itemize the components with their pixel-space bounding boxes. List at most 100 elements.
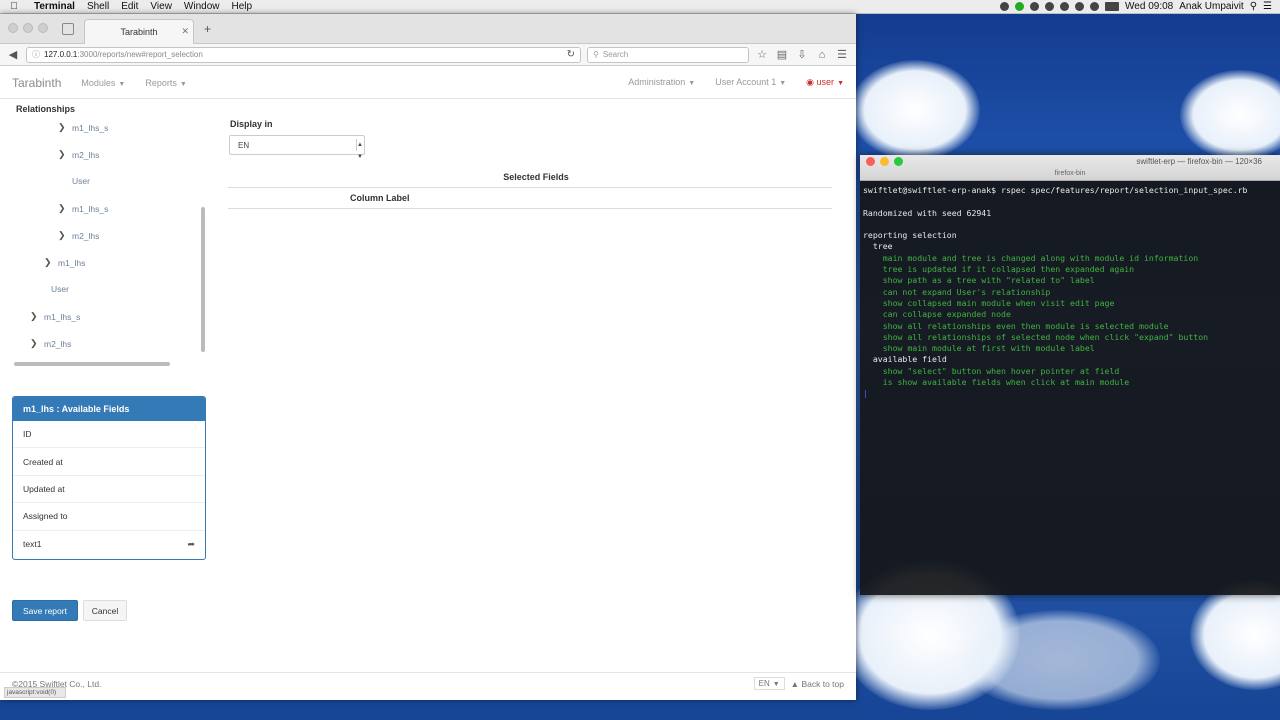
field-label: text1 <box>23 539 42 550</box>
site-info-icon[interactable]: ⓘ <box>32 49 40 60</box>
chevron-right-icon[interactable]: ❯ <box>58 122 72 133</box>
home-icon[interactable]: ⌂ <box>815 49 829 61</box>
tree-node[interactable]: ❯ m2_lhs <box>58 230 99 241</box>
terminal-tab-title: firefox-bin <box>1054 170 1086 177</box>
menu-app-terminal[interactable]: Terminal <box>28 1 81 12</box>
tree-node-label: User <box>51 284 69 294</box>
tree-node-label: m1_lhs_s <box>72 122 109 133</box>
available-fields-panel: m1_lhs : Available Fields ID Created at … <box>12 396 206 560</box>
record-icon[interactable] <box>1000 2 1010 11</box>
caret-down-icon: ▼ <box>179 80 187 88</box>
terminal-titlebar[interactable]: swiftlet-erp — firefox-bin — 120×36 fire… <box>860 155 1280 181</box>
tab-groups-icon[interactable] <box>62 23 74 35</box>
caret-down-icon: ▼ <box>779 80 787 87</box>
menu-window[interactable]: Window <box>178 1 226 12</box>
sync-icon[interactable] <box>1030 2 1040 11</box>
back-to-top-label: Back to top <box>801 678 844 689</box>
spotify-icon[interactable] <box>1015 2 1025 11</box>
save-report-button[interactable]: Save report <box>12 600 78 621</box>
tree-node[interactable]: ❯ m1_lhs <box>44 257 85 268</box>
minimize-window-button[interactable] <box>23 23 33 33</box>
tree-node[interactable]: ❯ m2_lhs <box>58 149 99 160</box>
available-field[interactable]: Updated at <box>13 476 205 504</box>
menu-edit[interactable]: Edit <box>115 1 144 12</box>
download-icon[interactable]: ⇩ <box>795 48 809 61</box>
zoom-window-button[interactable] <box>38 23 48 33</box>
chevron-right-icon[interactable]: ❯ <box>44 257 58 268</box>
available-field[interactable]: Assigned to <box>13 503 205 531</box>
menubar-user[interactable]: Anak Umpaivit <box>1179 1 1243 12</box>
apple-icon[interactable]:  <box>0 1 28 12</box>
chevron-right-icon[interactable]: ❯ <box>30 338 44 349</box>
nav-user-account[interactable]: User Account 1 ▼ <box>715 77 786 88</box>
terminal-line: Randomized with seed 62941 <box>863 207 992 218</box>
browser-tab[interactable]: Tarabinth ✕ <box>84 19 194 44</box>
notification-icon[interactable]: ☰ <box>1263 1 1272 12</box>
available-field[interactable]: ID <box>13 421 205 449</box>
nav-modules[interactable]: Modules ▼ <box>81 78 125 88</box>
back-to-top-link[interactable]: ▲ Back to top <box>791 679 844 689</box>
nav-administration[interactable]: Administration ▼ <box>628 77 695 88</box>
tree-node[interactable]: User <box>72 176 90 186</box>
field-label: ID <box>23 429 32 440</box>
footer-language-select[interactable]: EN ▼ <box>753 677 785 690</box>
arrow-up-icon: ▲ <box>790 678 800 689</box>
menubar-clock[interactable]: Wed 09:08 <box>1125 1 1173 12</box>
search-bar[interactable]: ⚲ Search <box>587 46 749 63</box>
bookmark-star-icon[interactable]: ☆ <box>755 48 769 61</box>
available-field[interactable]: Created at <box>13 448 205 476</box>
volume-icon[interactable] <box>1090 2 1100 11</box>
url-bar[interactable]: ⓘ 127.0.0.1:3000/reports/new#report_sele… <box>26 46 581 63</box>
available-field[interactable]: text1 ➦ <box>13 531 205 558</box>
terminal-zoom-button[interactable] <box>894 157 903 166</box>
menu-help[interactable]: Help <box>226 1 259 12</box>
language-select[interactable]: EN ▲ ▼ <box>229 135 365 160</box>
tree-node[interactable]: ❯ m1_lhs_s <box>58 122 108 133</box>
close-tab-icon[interactable]: ✕ <box>181 26 189 37</box>
page-footer: ©2015 Swiftlet Co., Ltd. EN ▼ ▲ Back to t… <box>0 672 856 694</box>
tree-horizontal-scrollbar[interactable] <box>14 362 170 366</box>
spotlight-icon[interactable]: ⚲ <box>1250 1 1257 12</box>
tree-node[interactable]: ❯ m2_lhs <box>30 338 71 349</box>
terminal-line: swiftlet@swiftlet-erp-anak$ rspec spec/f… <box>863 185 1248 195</box>
browser-window: Tarabinth ✕ + ◀ ⓘ 127.0.0.1:3000/reports… <box>0 14 856 700</box>
language-select-value: EN <box>238 141 250 150</box>
bluetooth-icon[interactable] <box>1060 2 1070 11</box>
tree-node-label: m1_lhs <box>58 257 86 268</box>
nav-reports[interactable]: Reports ▼ <box>145 78 186 88</box>
app-brand[interactable]: Tarabinth <box>12 76 61 90</box>
cancel-button[interactable]: Cancel <box>83 600 127 621</box>
desktop-cloud <box>850 60 980 160</box>
menu-view[interactable]: View <box>144 1 178 12</box>
tab-strip: Tarabinth ✕ + <box>0 14 856 44</box>
tree-node-label: m2_lhs <box>44 338 72 349</box>
menu-icon[interactable]: ☰ <box>835 48 849 61</box>
terminal-close-button[interactable] <box>866 157 875 166</box>
tree-node[interactable]: User <box>51 284 69 294</box>
tree-vertical-scrollbar[interactable] <box>201 207 205 352</box>
desktop-cloud <box>960 610 1160 710</box>
tree-node[interactable]: ❯ m1_lhs_s <box>58 203 108 214</box>
chevron-right-icon[interactable]: ❯ <box>30 311 44 322</box>
status-area: Wed 09:08 Anak Umpaivit ⚲ ☰ <box>1000 1 1280 12</box>
terminal-minimize-button[interactable] <box>880 157 889 166</box>
wifi-icon[interactable] <box>1075 2 1085 11</box>
menu-shell[interactable]: Shell <box>81 1 115 12</box>
close-window-button[interactable] <box>8 23 18 33</box>
chevron-right-icon[interactable]: ❯ <box>58 203 72 214</box>
relationships-title: Relationships <box>16 104 76 114</box>
tree-node[interactable]: ❯ m1_lhs_s <box>30 311 80 322</box>
back-icon[interactable]: ◀ <box>6 48 20 61</box>
terminal-output[interactable]: swiftlet@swiftlet-erp-anak$ rspec spec/f… <box>860 181 1280 404</box>
select-field-icon[interactable]: ➦ <box>187 539 195 550</box>
divider <box>228 187 832 188</box>
battery-icon[interactable] <box>1105 2 1120 11</box>
bookmarks-list-icon[interactable]: ▤ <box>775 48 789 61</box>
new-tab-icon[interactable]: + <box>204 22 211 36</box>
chevron-right-icon[interactable]: ❯ <box>58 149 72 160</box>
nav-user[interactable]: ◉ user ▼ <box>806 77 844 88</box>
cloud-icon[interactable] <box>1045 2 1055 11</box>
reload-icon[interactable]: ↻ <box>567 49 575 60</box>
chevron-right-icon[interactable]: ❯ <box>58 230 72 241</box>
